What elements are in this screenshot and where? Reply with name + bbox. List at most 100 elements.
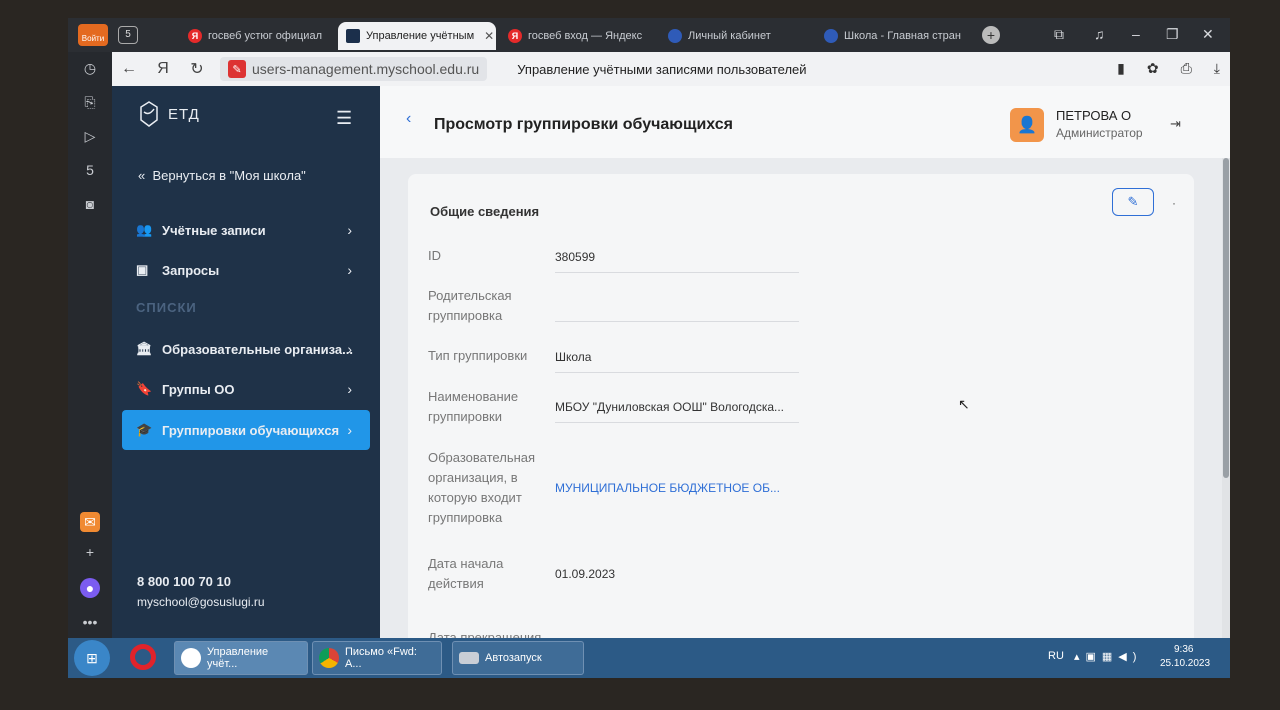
sidebar-item-accounts[interactable]: 👥 Учётные записи › [122, 210, 370, 250]
browser-tab[interactable]: Я госвеб вход — Яндекс [500, 22, 648, 50]
back-to-school-link[interactable]: « Вернуться в "Моя школа" [138, 168, 306, 183]
taskbar: ⊞ Управление учёт... Письмо «Fwd: А... А… [68, 638, 1230, 678]
tabs-menu-icon[interactable]: ⧉ [1054, 26, 1064, 43]
bookmark-icon[interactable]: ▮ [1117, 60, 1125, 77]
screenshot-icon[interactable]: ◙ [80, 194, 100, 214]
mouse-cursor-icon: ↖ [958, 396, 970, 412]
logout-icon[interactable]: ⇥ [1170, 116, 1181, 132]
browser-tab[interactable]: Школа - Главная стран [816, 22, 966, 50]
field-value-name: МБОУ "Дуниловская ООШ" Вологодска... [555, 400, 799, 423]
tab-label: Управление учётным [366, 30, 475, 42]
general-info-card: Общие сведения ✎ · ID 380599 Родительска… [408, 174, 1194, 638]
scrollbar-thumb[interactable] [1223, 158, 1229, 478]
site-security-icon[interactable]: ✎ [228, 60, 246, 78]
field-label-end-date: Дата прекращения [428, 630, 542, 638]
support-email[interactable]: myschool@gosuslugi.ru [137, 595, 265, 609]
field-label-start-date: Дата начала действия [428, 556, 504, 591]
start-button[interactable]: ⊞ [74, 640, 110, 676]
support-phone[interactable]: 8 800 100 70 10 [137, 574, 231, 589]
chevron-left-icon[interactable]: ‹ [406, 110, 411, 128]
taskbar-item-autorun[interactable]: Автозапуск [452, 641, 584, 675]
users-icon: 👥 [136, 222, 153, 237]
tab-label: Личный кабинет [688, 30, 771, 42]
tray-icons[interactable]: ▴▣▦◀) [1074, 650, 1142, 663]
browser-tab[interactable]: Личный кабинет [660, 22, 790, 50]
app-header: ‹ Просмотр группировки обучающихся 👤 ПЕТ… [380, 86, 1230, 158]
url-text: users-management.myschool.edu.ru [252, 61, 480, 77]
app-sidebar: ЕТД ☰ « Вернуться в "Моя школа" 👥 Учётны… [112, 86, 380, 638]
clock-time[interactable]: 9:36 [1174, 644, 1193, 655]
section-label: СПИСКИ [136, 300, 197, 315]
back-icon[interactable]: ← [112, 60, 146, 78]
minimize-icon[interactable]: – [1132, 26, 1140, 42]
page-title: Просмотр группировки обучающихся [434, 116, 734, 133]
browser-tab[interactable]: Я госвеб устюг официал [180, 22, 330, 50]
login-badge[interactable]: Войти [78, 24, 108, 46]
app-main: ‹ Просмотр группировки обучающихся 👤 ПЕТ… [380, 86, 1230, 638]
field-value-type: Школа [555, 350, 799, 373]
scrollbar[interactable] [1222, 158, 1230, 638]
clock-date[interactable]: 25.10.2023 [1160, 658, 1210, 669]
field-value-organization[interactable]: МУНИЦИПАЛЬНОЕ БЮДЖЕТНОЕ ОБ... [555, 481, 799, 503]
graduation-cap-icon: 🎓 [136, 422, 153, 437]
opera-icon[interactable] [130, 644, 156, 670]
windows-icon: ⊞ [86, 649, 98, 666]
play-icon[interactable]: ▷ [80, 126, 100, 146]
address-bar: ← Я ↻ ✎ users-management.myschool.edu.ru… [112, 52, 1230, 86]
globe-icon [668, 29, 682, 43]
close-tab-icon[interactable]: ✕ [484, 29, 494, 43]
taskbar-label: Письмо «Fwd: А... [345, 646, 417, 670]
browser-tabstrip: Войти 5 Я госвеб устюг официал Управлени… [68, 18, 1230, 52]
tab-label: госвеб устюг официал [208, 30, 322, 42]
reader-icon[interactable]: ⎙ [1181, 60, 1192, 77]
logo-text: ЕТД [168, 105, 200, 123]
sidebar-item-requests[interactable]: ▣ Запросы › [122, 250, 370, 290]
yandex-browser-icon [181, 648, 201, 668]
download-icon[interactable]: ⤓ [1214, 60, 1220, 77]
logo[interactable]: ЕТД [138, 100, 200, 128]
chevron-right-icon: › [347, 422, 352, 438]
field-value-parent [555, 302, 799, 322]
history-icon[interactable]: ◷ [80, 58, 100, 78]
extension-icon[interactable]: ✿ [1147, 60, 1159, 77]
close-window-icon[interactable]: ✕ [1202, 26, 1214, 43]
more-icon[interactable]: · [1172, 196, 1176, 210]
bell-icon[interactable]: ♫ [1094, 26, 1105, 42]
etd-icon [346, 29, 360, 43]
url-field[interactable]: ✎ users-management.myschool.edu.ru [220, 57, 488, 81]
five-icon[interactable]: 5 [80, 160, 100, 180]
address-bar-actions: ▮ ✿ ⎙ ⤓ [1117, 60, 1220, 77]
taskbar-item-chrome[interactable]: Письмо «Fwd: А... [312, 641, 442, 675]
chevron-right-icon: › [347, 262, 352, 278]
edit-button[interactable]: ✎ [1112, 188, 1154, 216]
sidebar-item-groups[interactable]: 🔖 Группы ОО › [122, 369, 370, 409]
tab-counter[interactable]: 5 [118, 26, 138, 44]
new-tab-button[interactable]: + [982, 26, 1000, 44]
sidebar-item-student-groupings[interactable]: 🎓 Группировки обучающихся › [122, 410, 370, 450]
field-label-name: Наименование группировки [428, 389, 519, 424]
mail-icon[interactable]: ✉ [80, 512, 100, 532]
taskbar-label: Управление учёт... [207, 646, 269, 670]
pencil-icon: ✎ [1127, 194, 1139, 209]
maximize-icon[interactable]: ❐ [1166, 26, 1179, 43]
add-icon[interactable]: + [80, 542, 100, 562]
language-indicator[interactable]: RU [1048, 650, 1064, 662]
bookmark-icon: 🔖 [136, 381, 153, 396]
reload-icon[interactable]: ↻ [180, 59, 214, 79]
sidebar-item-organizations[interactable]: 🏛 Образовательные организа... › [122, 329, 370, 369]
browser-tab-active[interactable]: Управление учётным ✕ [338, 22, 496, 50]
collections-icon[interactable]: ⎘ [80, 92, 100, 112]
alice-icon[interactable]: ● [80, 578, 100, 598]
more-icon[interactable]: ••• [80, 612, 100, 632]
yandex-home-icon[interactable]: Я [146, 60, 180, 78]
sidebar-item-label: Группировки обучающихся [162, 422, 340, 438]
field-label-organization: Образовательная организация, в которую в… [428, 450, 536, 525]
field-label-parent: Родительская группировка [428, 288, 512, 323]
screen: Войти 5 Я госвеб устюг официал Управлени… [68, 18, 1230, 678]
page-title-bar: Управление учётными записями пользовател… [517, 61, 807, 77]
institution-icon: 🏛 [136, 341, 153, 356]
taskbar-item-browser[interactable]: Управление учёт... [174, 641, 308, 675]
avatar[interactable]: 👤 [1010, 108, 1044, 142]
yandex-icon: Я [508, 29, 522, 43]
menu-icon[interactable]: ☰ [336, 108, 352, 129]
